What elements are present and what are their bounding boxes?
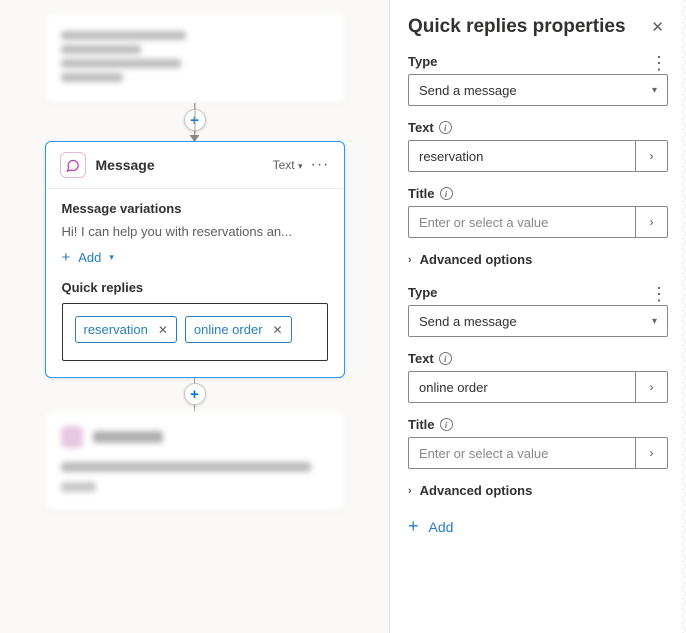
title-label: Title: [408, 417, 435, 432]
chip-label: online order: [194, 322, 263, 337]
text-input[interactable]: online order ›: [408, 371, 668, 403]
text-input-value: online order: [409, 380, 635, 395]
type-select-value: Send a message: [419, 83, 517, 98]
close-panel-button[interactable]: ✕: [647, 14, 668, 40]
blurred-node-top: [45, 14, 345, 103]
info-icon[interactable]: i: [440, 187, 453, 200]
title-label: Title: [408, 186, 435, 201]
advanced-options-label: Advanced options: [420, 483, 533, 498]
text-input[interactable]: reservation ›: [408, 140, 668, 172]
title-input[interactable]: Enter or select a value ›: [408, 437, 668, 469]
info-icon[interactable]: i: [439, 121, 452, 134]
reply-more-button[interactable]: ⋮: [646, 52, 672, 74]
quick-replies-label: Quick replies: [62, 280, 328, 295]
add-variation-label: Add: [78, 250, 101, 265]
title-input[interactable]: Enter or select a value ›: [408, 206, 668, 238]
reply-more-button[interactable]: ⋮: [646, 283, 672, 305]
add-node-button[interactable]: +: [184, 383, 206, 405]
type-label: Type: [408, 285, 668, 300]
chevron-down-icon: ▾: [298, 161, 303, 171]
chevron-down-icon: ▾: [652, 316, 657, 327]
input-picker-button[interactable]: ›: [635, 372, 667, 402]
message-variations-label: Message variations: [62, 201, 328, 216]
add-variation-button[interactable]: + Add ▾: [62, 249, 328, 266]
message-node-header: Message Text ▾ ···: [46, 142, 344, 189]
message-variation-preview[interactable]: Hi! I can help you with reservations an.…: [62, 224, 328, 239]
chevron-down-icon: ▾: [109, 252, 114, 263]
type-select-value: Send a message: [419, 314, 517, 329]
message-mode-dropdown[interactable]: Text ▾: [273, 158, 303, 172]
text-label: Text: [408, 120, 434, 135]
type-select[interactable]: Send a message ▾: [408, 305, 668, 337]
chevron-right-icon: ›: [408, 254, 412, 266]
message-node[interactable]: Message Text ▾ ··· Message variations Hi…: [45, 141, 345, 378]
properties-panel: Quick replies properties ✕ Type ⋮ Send a…: [390, 0, 686, 633]
authoring-canvas: + Message Text ▾ ··· Message variations …: [0, 0, 390, 633]
input-picker-button[interactable]: ›: [635, 141, 667, 171]
chip-label: reservation: [84, 322, 148, 337]
plus-icon: +: [62, 249, 71, 266]
add-quick-reply-label: Add: [429, 519, 454, 535]
plus-icon: +: [408, 516, 419, 537]
type-label: Type: [408, 54, 668, 69]
blurred-node-bottom: [45, 412, 345, 510]
add-quick-reply-button[interactable]: + Add: [408, 516, 668, 537]
input-picker-button[interactable]: ›: [635, 438, 667, 468]
text-input-value: reservation: [409, 149, 635, 164]
quick-reply-chip[interactable]: reservation ✕: [75, 316, 177, 343]
advanced-options-toggle[interactable]: › Advanced options: [408, 483, 668, 498]
info-icon[interactable]: i: [440, 418, 453, 431]
panel-title: Quick replies properties: [408, 16, 626, 38]
quick-replies-box[interactable]: reservation ✕ online order ✕: [62, 303, 328, 361]
text-label: Text: [408, 351, 434, 366]
quick-reply-chip[interactable]: online order ✕: [185, 316, 292, 343]
chip-remove-icon[interactable]: ✕: [158, 323, 168, 337]
chevron-down-icon: ▾: [652, 85, 657, 96]
chevron-right-icon: ›: [408, 485, 412, 497]
type-select[interactable]: Send a message ▾: [408, 74, 668, 106]
message-node-title: Message: [96, 157, 263, 173]
advanced-options-label: Advanced options: [420, 252, 533, 267]
message-icon: [60, 152, 86, 178]
chip-remove-icon[interactable]: ✕: [273, 323, 283, 337]
title-input-placeholder: Enter or select a value: [409, 215, 635, 230]
title-input-placeholder: Enter or select a value: [409, 446, 635, 461]
message-node-more-button[interactable]: ···: [311, 156, 330, 174]
input-picker-button[interactable]: ›: [635, 207, 667, 237]
advanced-options-toggle[interactable]: › Advanced options: [408, 252, 668, 267]
info-icon[interactable]: i: [439, 352, 452, 365]
